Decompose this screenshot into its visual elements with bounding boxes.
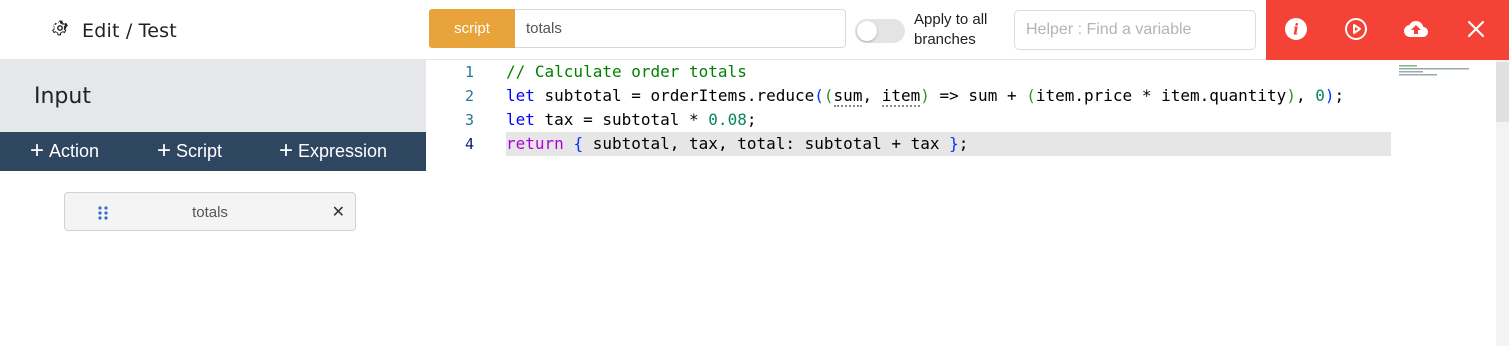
scrollbar-thumb[interactable] [1496, 62, 1509, 122]
line-number: 4 [464, 135, 474, 153]
line-number: 2 [464, 87, 474, 105]
chip-remove-icon[interactable]: ✕ [332, 202, 345, 222]
add-action-label: Action [49, 141, 100, 161]
gear-icon[interactable] [50, 18, 70, 43]
code-text[interactable]: let tax = subtotal * 0.08; [506, 108, 756, 132]
code-line-active: 4 return { subtotal, tax, total: subtota… [426, 132, 1391, 156]
apply-all-branches-label: Apply to all branches [914, 11, 988, 48]
add-action-button[interactable]: + Action [30, 132, 99, 171]
toggle-knob [857, 21, 877, 41]
plus-icon: + [279, 136, 294, 164]
page-title: Edit / Test [82, 19, 177, 42]
add-script-label: Script [176, 141, 223, 161]
code-line: 3 let tax = subtotal * 0.08; [426, 108, 1391, 132]
chip-label: totals [192, 204, 228, 221]
title-group: Edit / Test [50, 18, 177, 43]
close-icon[interactable] [1463, 16, 1489, 42]
code-text[interactable]: let subtotal = orderItems.reduce((sum, i… [506, 84, 1344, 108]
apply-all-branches-toggle[interactable] [855, 19, 905, 43]
upload-cloud-icon[interactable] [1403, 16, 1429, 42]
info-icon[interactable]: i [1283, 16, 1309, 42]
input-chip-totals[interactable]: totals ✕ [64, 192, 356, 231]
add-expression-label: Expression [298, 141, 388, 161]
plus-icon: + [157, 136, 172, 164]
code-text[interactable]: return { subtotal, tax, total: subtotal … [506, 132, 968, 156]
script-type-badge[interactable]: script [429, 9, 515, 48]
add-expression-button[interactable]: + Expression [279, 132, 387, 171]
input-panel-title: Input [34, 84, 91, 109]
code-text[interactable]: // Calculate order totals [506, 60, 747, 84]
line-number: 3 [464, 111, 474, 129]
script-name-input[interactable] [515, 9, 846, 48]
variable-helper-search-input[interactable] [1014, 10, 1256, 50]
code-line: 1 // Calculate order totals [426, 60, 1391, 84]
action-bar: i [1266, 0, 1509, 60]
line-number: 1 [464, 63, 474, 81]
input-panel: Input + Action + Script + Expression tot… [0, 60, 426, 346]
code-minimap[interactable] [1399, 64, 1493, 84]
vertical-scrollbar[interactable] [1496, 60, 1509, 346]
play-icon[interactable] [1343, 16, 1369, 42]
code-line: 2 let subtotal = orderItems.reduce((sum,… [426, 84, 1391, 108]
add-toolbar: + Action + Script + Expression [0, 132, 426, 171]
code-editor[interactable]: 1 // Calculate order totals 2 let subtot… [426, 60, 1496, 346]
plus-icon: + [30, 136, 45, 164]
add-script-button[interactable]: + Script [157, 132, 222, 171]
top-bar: Edit / Test script Apply to all branches… [0, 0, 1509, 60]
input-panel-header: Input [0, 60, 426, 132]
svg-text:i: i [1293, 21, 1299, 39]
